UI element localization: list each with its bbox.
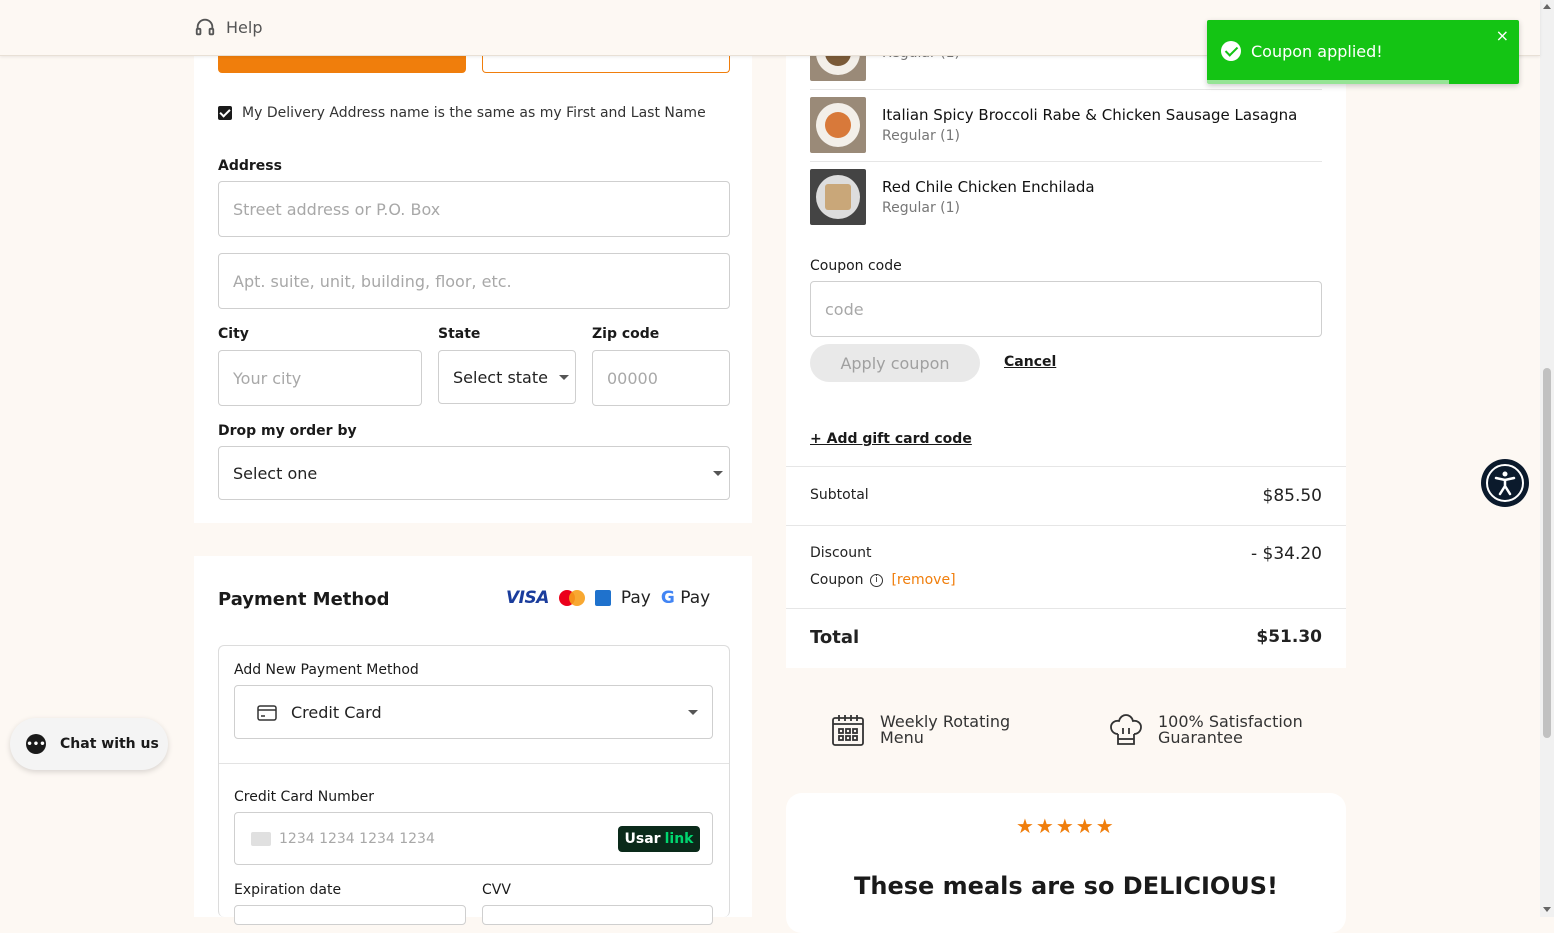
address-label: Address <box>218 158 282 174</box>
discount-label: Discount <box>810 545 872 561</box>
calendar-icon <box>832 715 864 746</box>
close-icon[interactable]: × <box>1496 26 1509 45</box>
headset-icon <box>195 18 215 36</box>
meal-image <box>810 169 866 225</box>
chef-hat-icon <box>1110 714 1142 745</box>
chat-bubble-icon: ••• <box>26 734 46 754</box>
payment-method-title: Payment Method <box>218 589 390 610</box>
cvv-input[interactable] <box>482 905 713 925</box>
cancel-coupon-link[interactable]: Cancel <box>1004 354 1056 370</box>
feature-satisfaction: 100% Satisfaction Guarantee <box>1108 712 1303 748</box>
help-label: Help <box>226 17 263 37</box>
discount-value: - $34.20 <box>1250 544 1322 564</box>
coupon-code-label: Coupon code <box>810 258 902 274</box>
state-label: State <box>438 326 481 342</box>
card-number-label: Credit Card Number <box>234 789 374 805</box>
drop-order-select[interactable]: Select one <box>218 446 730 500</box>
divider <box>786 608 1346 609</box>
info-icon[interactable]: i <box>870 573 883 587</box>
toast-progress-bar <box>1207 80 1449 84</box>
credit-card-icon <box>257 705 277 721</box>
chat-widget-button[interactable]: ••• Chat with us <box>10 718 168 770</box>
card-placeholder-icon <box>251 832 271 846</box>
payment-brands: VISA Pay G Pay <box>506 588 710 608</box>
city-label: City <box>218 326 249 342</box>
link-pay-button[interactable]: Usar link <box>618 826 700 852</box>
add-gift-card-link[interactable]: + Add gift card code <box>810 431 972 447</box>
toast-message: Coupon applied! <box>1251 42 1383 61</box>
remove-coupon-link[interactable]: [remove] <box>891 572 955 588</box>
add-payment-label: Add New Payment Method <box>234 662 419 678</box>
payment-method-select[interactable]: Credit Card <box>234 685 713 739</box>
chevron-down-icon <box>713 471 723 476</box>
coupon-row: Coupon i [remove] <box>810 572 956 588</box>
star-rating: ★★★★★ <box>1016 814 1116 838</box>
review-title: These meals are so DELICIOUS! <box>854 872 1278 900</box>
visa-logo: VISA <box>506 588 549 608</box>
same-name-checkbox[interactable] <box>218 106 232 120</box>
subtotal-label: Subtotal <box>810 487 869 503</box>
zip-input[interactable]: 00000 <box>592 350 730 406</box>
meal-image <box>810 97 866 153</box>
total-label: Total <box>810 627 860 648</box>
scroll-up-icon[interactable] <box>1543 4 1551 9</box>
coupon-code-input[interactable]: code <box>810 281 1322 337</box>
zip-label: Zip code <box>592 326 660 342</box>
divider <box>810 161 1322 162</box>
drop-order-label: Drop my order by <box>218 423 357 439</box>
google-pay-logo: G Pay <box>660 588 711 608</box>
check-circle-icon <box>1221 41 1241 61</box>
expiration-label: Expiration date <box>234 882 342 898</box>
cvv-label: CVV <box>482 882 511 898</box>
apt-input[interactable]: Apt. suite, unit, building, floor, etc. <box>218 253 730 309</box>
chevron-down-icon <box>688 710 698 715</box>
google-g-icon: G <box>660 588 675 608</box>
feature-weekly-menu: Weekly Rotating Menu <box>830 712 1010 748</box>
chat-label: Chat with us <box>60 736 159 752</box>
subtotal-value: $85.50 <box>1262 486 1322 506</box>
street-address-input[interactable]: Street address or P.O. Box <box>218 181 730 237</box>
order-item: Italian Spicy Broccoli Rabe & Chicken Sa… <box>810 97 1322 153</box>
help-link[interactable]: Help <box>194 16 262 38</box>
primary-action-button[interactable] <box>218 56 466 73</box>
divider <box>786 525 1346 526</box>
divider <box>786 466 1346 467</box>
apple-pay-logo: Pay <box>620 588 651 608</box>
mastercard-logo <box>558 590 585 606</box>
chevron-down-icon <box>559 375 569 380</box>
total-value: $51.30 <box>1256 627 1322 647</box>
secondary-action-button[interactable] <box>482 56 730 73</box>
coupon-toast: Coupon applied! × <box>1207 20 1519 84</box>
divider <box>219 763 729 764</box>
divider <box>810 89 1322 90</box>
same-name-row[interactable]: My Delivery Address name is the same as … <box>218 105 706 121</box>
amex-logo <box>594 590 611 606</box>
same-name-label: My Delivery Address name is the same as … <box>242 105 706 121</box>
order-item: Red Chile Chicken Enchilada Regular (1) <box>810 169 1322 225</box>
city-input[interactable]: Your city <box>218 350 422 406</box>
apply-coupon-button[interactable]: Apply coupon <box>810 344 980 382</box>
scrollbar-thumb[interactable] <box>1543 368 1551 738</box>
expiration-input[interactable] <box>234 905 466 925</box>
scroll-down-icon[interactable] <box>1543 907 1551 912</box>
accessibility-icon <box>1486 464 1524 502</box>
state-select[interactable]: Select state <box>438 350 576 404</box>
accessibility-button[interactable] <box>1481 459 1529 507</box>
